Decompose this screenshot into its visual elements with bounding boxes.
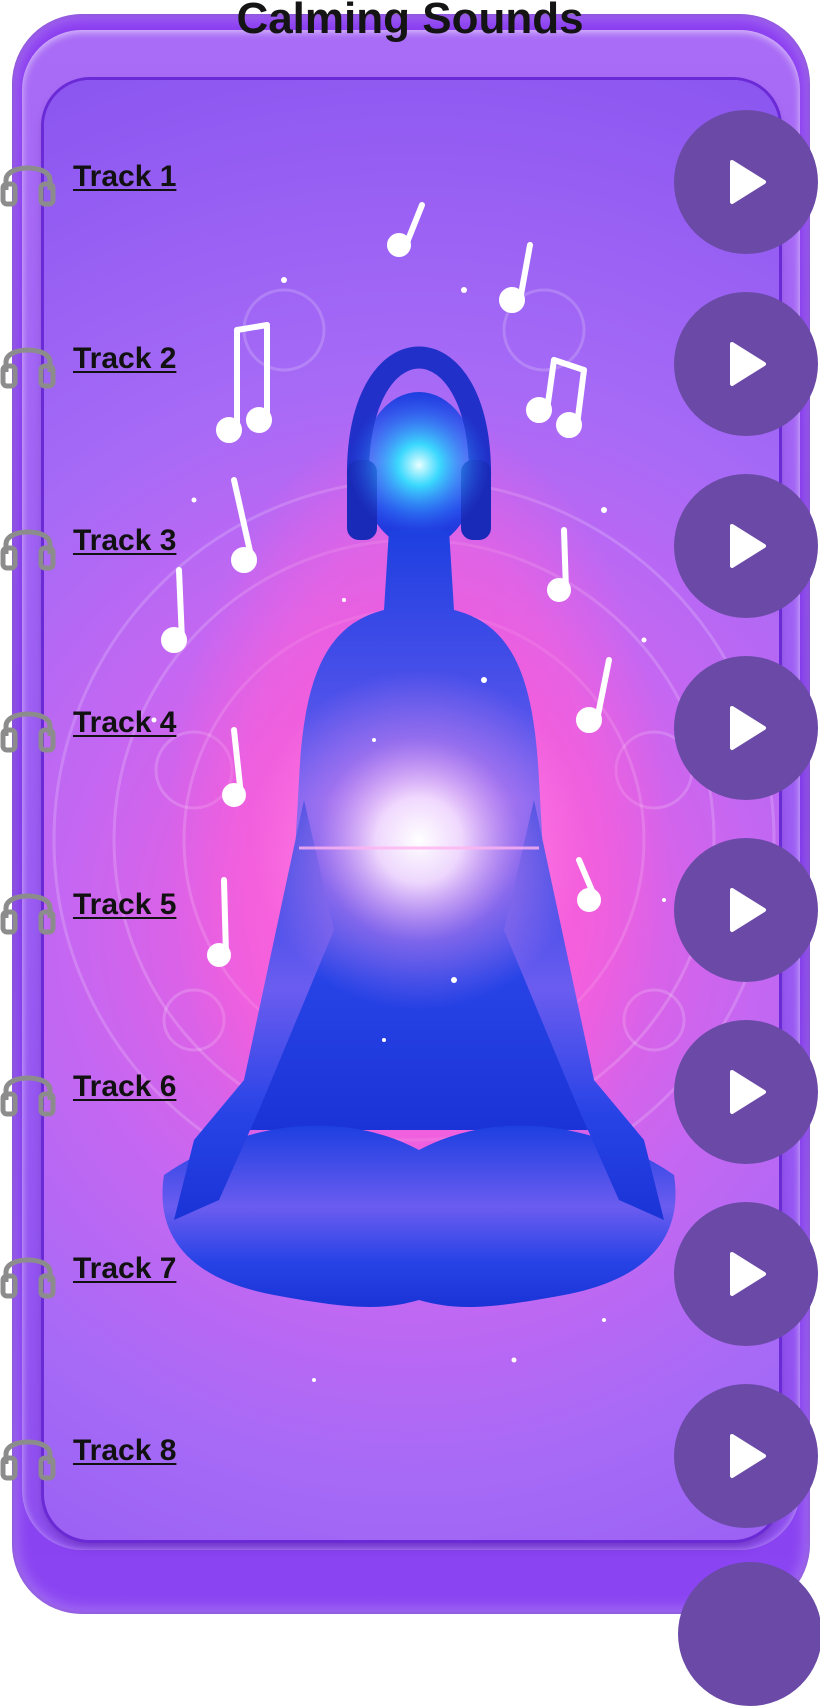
- headphones-icon: [0, 152, 56, 208]
- track-title[interactable]: Track 8: [73, 1434, 176, 1468]
- play-button[interactable]: [674, 1202, 818, 1346]
- play-button[interactable]: [674, 1020, 818, 1164]
- page-title: Calming Sounds: [236, 0, 584, 43]
- track-title[interactable]: Track 3: [73, 524, 176, 558]
- play-icon: [730, 1070, 766, 1114]
- play-icon: [730, 706, 766, 750]
- headphones-icon: [0, 334, 56, 390]
- track-title[interactable]: Track 5: [73, 888, 176, 922]
- track-title[interactable]: Track 1: [73, 160, 176, 194]
- play-button[interactable]: [674, 292, 818, 436]
- play-button[interactable]: [674, 656, 818, 800]
- play-icon: [730, 888, 766, 932]
- play-icon: [730, 160, 766, 204]
- play-button[interactable]: [674, 474, 818, 618]
- play-icon: [730, 1434, 766, 1478]
- headphones-icon: [0, 516, 56, 572]
- track-title[interactable]: Track 2: [73, 342, 176, 376]
- track-title[interactable]: Track 6: [73, 1070, 176, 1104]
- headphones-icon: [0, 1244, 56, 1300]
- play-icon: [730, 1252, 766, 1296]
- play-icon: [730, 524, 766, 568]
- play-button[interactable]: [674, 110, 818, 254]
- play-icon: [730, 342, 766, 386]
- headphones-icon: [0, 698, 56, 754]
- track-row-7: Track 7: [0, 1202, 820, 1352]
- play-button[interactable]: [674, 838, 818, 982]
- play-button-partial[interactable]: [678, 1562, 820, 1706]
- track-title[interactable]: Track 4: [73, 706, 176, 740]
- play-button[interactable]: [674, 1384, 818, 1528]
- headphones-icon: [0, 1062, 56, 1118]
- headphones-icon: [0, 1426, 56, 1482]
- track-row-5: Track 5: [0, 838, 820, 988]
- track-row-2: Track 2: [0, 292, 820, 442]
- track-row-3: Track 3: [0, 474, 820, 624]
- track-row-8: Track 8: [0, 1384, 820, 1534]
- headphones-icon: [0, 880, 56, 936]
- track-row-1: Track 1: [0, 110, 820, 260]
- track-row-6: Track 6: [0, 1020, 820, 1170]
- track-title[interactable]: Track 7: [73, 1252, 176, 1286]
- track-row-4: Track 4: [0, 656, 820, 806]
